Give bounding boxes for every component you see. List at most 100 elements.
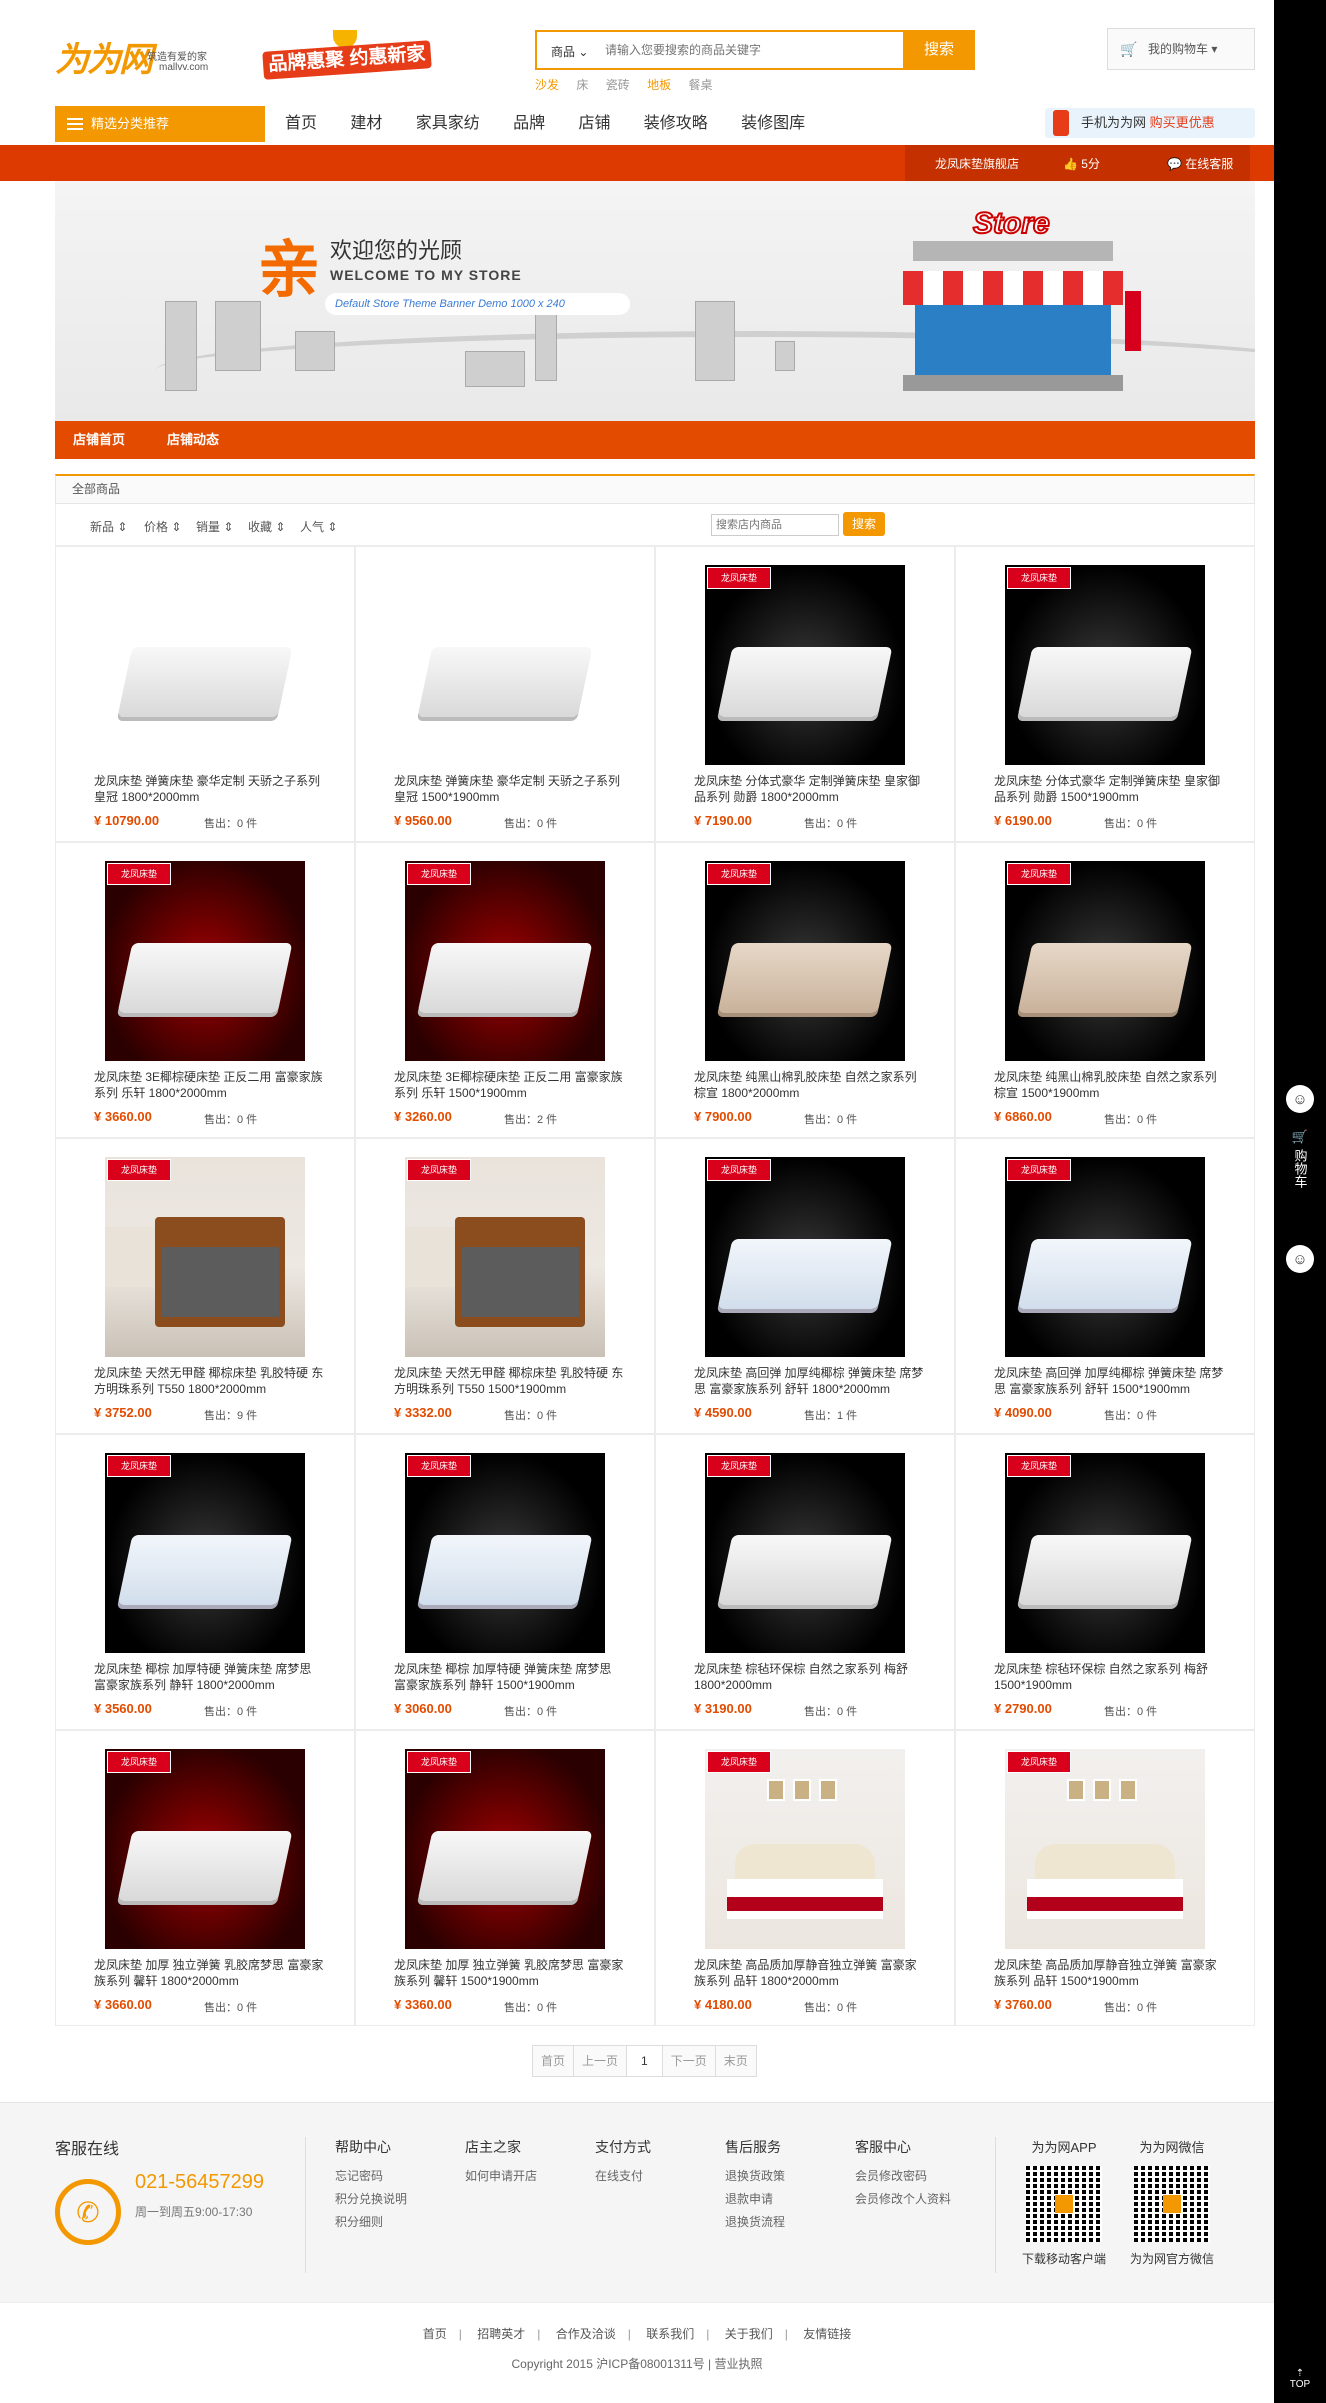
product-card[interactable]: 龙凤床垫 龙凤床垫 纯黑山棉乳胶床垫 自然之家系列 棕宣 1500*1900mm ¥… [955,842,1255,1138]
hot-word[interactable]: 餐桌 [688,78,712,92]
product-name[interactable]: 龙凤床垫 弹簧床垫 豪华定制 天骄之子系列 皇冠 1500*1900mm [394,773,624,805]
product-card[interactable]: 龙凤床垫 弹簧床垫 豪华定制 天骄之子系列 皇冠 1800*2000mm ¥ 10… [55,546,355,842]
product-name[interactable]: 龙凤床垫 加厚 独立弹簧 乳胶席梦思 富豪家族系列 馨轩 1500*1900mm [394,1957,624,1989]
product-card[interactable]: 龙凤床垫龙凤床垫 高回弹 加厚纯椰棕 弹簧床垫 席梦思 富豪家族系列 舒轩 18… [655,1138,955,1434]
footer-link[interactable]: 会员修改密码 [855,2165,951,2188]
product-card[interactable]: 龙凤床垫龙凤床垫 高回弹 加厚纯椰棕 弹簧床垫 席梦思 富豪家族系列 舒轩 15… [955,1138,1255,1434]
product-image[interactable]: 龙凤床垫 [705,565,905,765]
product-image[interactable]: 龙凤床垫 [105,1453,305,1653]
product-card[interactable]: 龙凤床垫 龙凤床垫 纯黑山棉乳胶床垫 自然之家系列 棕宣 1800*2000mm ¥… [655,842,955,1138]
product-card[interactable]: 龙凤床垫 龙凤床垫 椰棕 加厚特硬 弹簧床垫 席梦思 富豪家族系列 静轩 1800… [55,1434,355,1730]
product-card[interactable]: 龙凤床垫龙凤床垫 高品质加厚静音独立弹簧 富豪家族系列 品轩 1800*2000… [655,1730,955,2026]
bottom-link[interactable]: 合作及洽谈 [556,2327,616,2341]
product-name[interactable]: 龙凤床垫 高品质加厚静音独立弹簧 富豪家族系列 品轩 1500*1900mm [994,1957,1224,1989]
mobile-app-link[interactable]: 手机为为网 购买更优惠 [1045,108,1255,138]
footer-link[interactable]: 退款申请 [725,2188,785,2211]
nav-item-shop[interactable]: 店铺 [578,106,610,142]
product-image[interactable]: 龙凤床垫 [1005,861,1205,1061]
product-card[interactable]: 龙凤床垫龙凤床垫 天然无甲醛 椰棕床垫 乳胶特硬 东方明珠系列 T550 150… [355,1138,655,1434]
product-card[interactable]: 龙凤床垫 龙凤床垫 棕毡环保棕 自然之家系列 梅舒 1500*1900mm ¥ 27… [955,1434,1255,1730]
product-name[interactable]: 龙凤床垫 高回弹 加厚纯椰棕 弹簧床垫 席梦思 富豪家族系列 舒轩 1800*2… [694,1365,924,1397]
product-image[interactable]: 龙凤床垫 [705,1749,905,1949]
product-card[interactable]: 龙凤床垫 龙凤床垫 分体式豪华 定制弹簧床垫 皇家御品系列 勋爵 1800*200… [655,546,955,842]
page-first[interactable]: 首页 [532,2045,575,2077]
product-image[interactable] [105,565,305,765]
product-card[interactable]: 龙凤床垫龙凤床垫 天然无甲醛 椰棕床垫 乳胶特硬 东方明珠系列 T550 180… [55,1138,355,1434]
product-name[interactable]: 龙凤床垫 棕毡环保棕 自然之家系列 梅舒 1800*2000mm [694,1661,924,1693]
sort-sales[interactable]: 销量 ⇕ [196,518,233,535]
search-category-select[interactable]: 商品 ⌄ [551,43,588,60]
sort-price[interactable]: 价格 ⇕ [144,518,181,535]
promo-banner[interactable]: 品牌惠聚 约惠新家 [255,30,435,82]
product-name[interactable]: 龙凤床垫 高回弹 加厚纯椰棕 弹簧床垫 席梦思 富豪家族系列 舒轩 1500*1… [994,1365,1224,1397]
product-card[interactable]: 龙凤床垫龙凤床垫 高品质加厚静音独立弹簧 富豪家族系列 品轩 1500*1900… [955,1730,1255,2026]
hot-word[interactable]: 地板 [647,78,671,92]
product-name[interactable]: 龙凤床垫 天然无甲醛 椰棕床垫 乳胶特硬 东方明珠系列 T550 1500*19… [394,1365,624,1397]
product-name[interactable]: 龙凤床垫 天然无甲醛 椰棕床垫 乳胶特硬 东方明珠系列 T550 1800*20… [94,1365,324,1397]
bottom-link[interactable]: 首页 [423,2327,447,2341]
app-qr-caption[interactable]: 下载移动客户端 [1022,2250,1106,2267]
shop-name[interactable]: 龙凤床垫旗舰店 [935,155,1019,172]
nav-item-home[interactable]: 首页 [285,106,317,142]
page-current[interactable]: 1 [626,2045,663,2077]
store-search-input[interactable] [711,514,839,536]
bottom-link[interactable]: 关于我们 [725,2327,773,2341]
product-image[interactable]: 龙凤床垫 [405,1749,605,1949]
product-name[interactable]: 龙凤床垫 高品质加厚静音独立弹簧 富豪家族系列 品轩 1800*2000mm [694,1957,924,1989]
product-image[interactable]: 龙凤床垫 [105,1157,305,1357]
product-image[interactable]: 龙凤床垫 [1005,1453,1205,1653]
nav-item-brand[interactable]: 品牌 [513,106,545,142]
product-image[interactable]: 龙凤床垫 [105,861,305,1061]
product-card[interactable]: 龙凤床垫 弹簧床垫 豪华定制 天骄之子系列 皇冠 1500*1900mm ¥ 95… [355,546,655,842]
nav-item-building[interactable]: 建材 [350,106,382,142]
store-search-button[interactable]: 搜索 [843,512,885,536]
product-name[interactable]: 龙凤床垫 3E椰棕硬床垫 正反二用 富豪家族系列 乐轩 1500*1900mm [394,1069,624,1101]
footer-link[interactable]: 会员修改个人资料 [855,2188,951,2211]
product-name[interactable]: 龙凤床垫 棕毡环保棕 自然之家系列 梅舒 1500*1900mm [994,1661,1224,1693]
footer-link[interactable]: 积分兑换说明 [335,2188,407,2211]
service-avatar-icon[interactable]: ☺ [1286,1245,1314,1273]
product-card[interactable]: 龙凤床垫龙凤床垫 加厚 独立弹簧 乳胶席梦思 富豪家族系列 馨轩 1500*19… [355,1730,655,2026]
footer-link[interactable]: 在线支付 [595,2165,651,2188]
product-image[interactable]: 龙凤床垫 [1005,1749,1205,1949]
store-nav-home[interactable]: 店铺首页 [73,421,125,459]
site-logo[interactable]: 为为网 筑造有爱的家 mallvv.com [55,28,245,80]
product-image[interactable] [405,565,605,765]
sort-favorites[interactable]: 收藏 ⇕ [248,518,285,535]
product-image[interactable]: 龙凤床垫 [405,1157,605,1357]
product-card[interactable]: 龙凤床垫 龙凤床垫 棕毡环保棕 自然之家系列 梅舒 1800*2000mm ¥ 31… [655,1434,955,1730]
product-image[interactable]: 龙凤床垫 [1005,565,1205,765]
product-card[interactable]: 龙凤床垫龙凤床垫 分体式豪华 定制弹簧床垫 皇家御品系列 勋爵 1500*190… [955,546,1255,842]
product-card[interactable]: 龙凤床垫龙凤床垫 3E椰棕硬床垫 正反二用 富豪家族系列 乐轩 1500*190… [355,842,655,1138]
footer-link[interactable]: 积分细则 [335,2211,407,2234]
footer-link[interactable]: 退换货流程 [725,2211,785,2234]
product-name[interactable]: 龙凤床垫 纯黑山棉乳胶床垫 自然之家系列 棕宣 1800*2000mm [694,1069,924,1101]
product-image[interactable]: 龙凤床垫 [705,1453,905,1653]
nav-item-furniture[interactable]: 家具家纺 [416,106,480,142]
product-image[interactable]: 龙凤床垫 [405,861,605,1061]
product-card[interactable]: 龙凤床垫龙凤床垫 3E椰棕硬床垫 正反二用 富豪家族系列 乐轩 1800*200… [55,842,355,1138]
product-name[interactable]: 龙凤床垫 3E椰棕硬床垫 正反二用 富豪家族系列 乐轩 1800*2000mm [94,1069,324,1101]
product-name[interactable]: 龙凤床垫 纯黑山棉乳胶床垫 自然之家系列 棕宣 1500*1900mm [994,1069,1224,1101]
search-button[interactable]: 搜索 [903,30,975,70]
online-service-link[interactable]: 💬 在线客服 [1167,155,1233,172]
product-card[interactable]: 龙凤床垫 龙凤床垫 椰棕 加厚特硬 弹簧床垫 席梦思 富豪家族系列 静轩 1500… [355,1434,655,1730]
product-name[interactable]: 龙凤床垫 分体式豪华 定制弹簧床垫 皇家御品系列 勋爵 1500*1900mm [994,773,1224,805]
product-image[interactable]: 龙凤床垫 [1005,1157,1205,1357]
sort-popularity[interactable]: 人气 ⇕ [300,518,337,535]
product-name[interactable]: 龙凤床垫 加厚 独立弹簧 乳胶席梦思 富豪家族系列 馨轩 1800*2000mm [94,1957,324,1989]
hot-word[interactable]: 瓷砖 [606,78,630,92]
product-image[interactable]: 龙凤床垫 [705,1157,905,1357]
search-input[interactable] [605,36,883,64]
category-menu-button[interactable]: 精选分类推荐 [55,106,265,142]
sort-new[interactable]: 新品 ⇕ [90,518,127,535]
bottom-link[interactable]: 友情链接 [803,2327,851,2341]
bottom-link[interactable]: 招聘英才 [477,2327,525,2341]
hot-word[interactable]: 床 [576,78,588,92]
sidebar-cart-button[interactable]: 🛒 购物车 [1282,1128,1318,1188]
nav-item-gallery[interactable]: 装修图库 [741,106,805,142]
page-last[interactable]: 末页 [714,2045,757,2077]
avatar-icon[interactable]: ☺ [1286,1085,1314,1113]
footer-link[interactable]: 忘记密码 [335,2165,407,2188]
nav-item-guide[interactable]: 装修攻略 [644,106,708,142]
